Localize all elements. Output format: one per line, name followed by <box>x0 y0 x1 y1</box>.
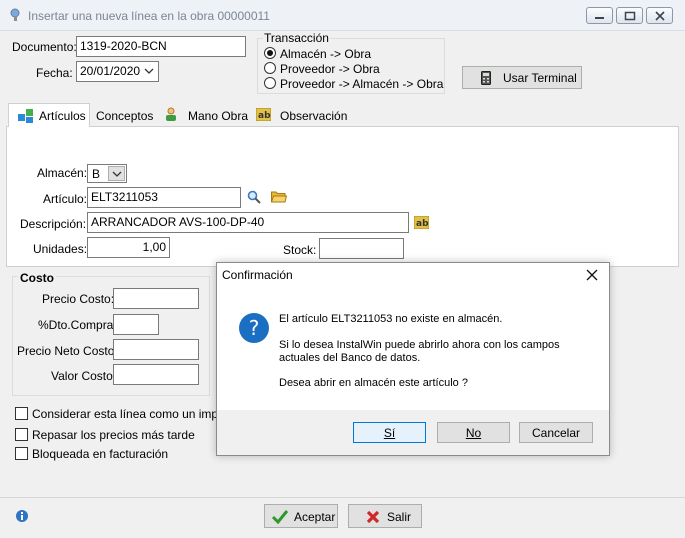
chevron-down-icon <box>112 171 122 177</box>
almacen-dropdown-button[interactable] <box>108 166 125 181</box>
dto-compra-input[interactable] <box>113 314 159 335</box>
fecha-label: Fecha: <box>36 66 73 80</box>
transaccion-title: Transacción <box>263 31 330 45</box>
yes-label: Sí <box>383 426 396 440</box>
checkbox-repasar-precios[interactable]: Repasar los precios más tarde <box>15 428 195 442</box>
maximize-icon <box>624 11 636 21</box>
articulo-label: Artículo: <box>43 192 88 206</box>
checkmark-icon <box>271 510 289 525</box>
dialog-line-3: actuales del Banco de datos. <box>279 352 421 364</box>
almacen-value: B <box>92 167 101 181</box>
fecha-value: 20/01/2020 <box>80 64 141 78</box>
dialog-line-1: El artículo ELT3211053 no existe en alma… <box>279 313 503 325</box>
checkbox-label: Bloqueada en facturación <box>32 447 169 461</box>
checkbox[interactable] <box>15 428 28 441</box>
checkbox-label: Repasar los precios más tarde <box>32 428 195 442</box>
svg-text:?: ? <box>249 316 260 340</box>
radio-almacen-obra[interactable]: Almacén -> Obra <box>264 47 424 61</box>
documento-input[interactable]: 1319-2020-BCN <box>76 36 246 57</box>
svg-text:ab: ab <box>258 111 271 121</box>
tab-observacion[interactable]: ab Observación <box>250 103 348 127</box>
radio-proveedor-obra[interactable]: Proveedor -> Obra <box>264 62 424 76</box>
documento-label: Documento: <box>12 40 77 54</box>
tab-label: Mano Obra <box>188 109 249 123</box>
dialog-no-button[interactable]: No <box>437 422 510 443</box>
articulo-input[interactable]: ELT3211053 <box>87 187 241 208</box>
aceptar-button[interactable]: Aceptar <box>264 504 338 528</box>
tab-label: Observación <box>280 109 348 123</box>
usar-terminal-label: Usar Terminal <box>503 71 577 85</box>
tab-mano-obra[interactable]: Mano Obra <box>160 103 249 127</box>
valor-costo-input[interactable] <box>113 364 199 385</box>
question-icon: ? <box>239 313 269 343</box>
descripcion-input[interactable]: ARRANCADOR AVS-100-DP-40 <box>87 212 409 233</box>
almacen-label: Almacén: <box>37 166 88 180</box>
radio-button[interactable] <box>264 47 276 59</box>
precio-costo-input[interactable] <box>113 288 199 309</box>
tab-label: Artículos <box>39 109 86 123</box>
unidades-label: Unidades: <box>33 242 88 256</box>
radio-button[interactable] <box>264 77 276 89</box>
svg-text:ab: ab <box>416 219 429 229</box>
tab-conceptos[interactable]: Conceptos <box>92 103 158 127</box>
checkbox-label: Considerar esta línea como un imprevis <box>32 407 244 421</box>
costo-title: Costo <box>18 271 56 285</box>
valor-costo-label: Valor Costo <box>51 369 113 383</box>
x-cross-icon <box>366 510 380 524</box>
maximize-button[interactable] <box>616 7 643 24</box>
dialog-button-bar: Sí No Cancelar <box>217 410 609 455</box>
confirmation-dialog: Confirmación ? El artículo ELT3211053 no… <box>216 262 610 456</box>
search-icon[interactable] <box>247 190 261 204</box>
fecha-date-picker[interactable]: 20/01/2020 <box>76 61 159 82</box>
precio-neto-costo-label: Precio Neto Costo: <box>17 344 118 358</box>
salir-label: Salir <box>387 510 412 524</box>
precio-costo-label: Precio Costo: <box>42 292 115 306</box>
app-icon <box>10 8 20 21</box>
checkbox-bloqueada-facturacion[interactable]: Bloqueada en facturación <box>15 447 175 461</box>
tab-articulos[interactable]: Artículos <box>8 103 90 127</box>
radio-label: Almacén -> Obra <box>280 47 372 61</box>
radio-button[interactable] <box>264 62 276 74</box>
dialog-line-4: Desea abrir en almacén este artículo ? <box>279 377 468 389</box>
footer-divider <box>0 497 685 498</box>
radio-label: Proveedor -> Almacén -> Obra <box>280 77 444 91</box>
checkbox[interactable] <box>15 447 28 460</box>
dialog-title: Confirmación <box>222 268 293 282</box>
close-icon <box>655 11 665 21</box>
terminal-icon <box>481 71 491 85</box>
checkbox[interactable] <box>15 407 28 420</box>
dialog-yes-button[interactable]: Sí <box>353 422 426 443</box>
usar-terminal-button[interactable]: Usar Terminal <box>462 66 582 89</box>
folder-open-icon[interactable] <box>271 190 287 203</box>
minimize-icon <box>595 17 604 19</box>
dialog-cancel-button[interactable]: Cancelar <box>519 422 593 443</box>
aceptar-label: Aceptar <box>294 510 336 524</box>
radio-label: Proveedor -> Obra <box>280 62 380 76</box>
articles-icon <box>18 109 33 123</box>
tab-label: Conceptos <box>96 109 154 123</box>
stock-label: Stock: <box>283 243 317 257</box>
worker-icon <box>166 107 176 121</box>
close-button[interactable] <box>646 7 673 24</box>
cancel-label: Cancelar <box>531 426 581 440</box>
checkbox-imprevisto[interactable]: Considerar esta línea como un imprevis <box>15 407 243 421</box>
chevron-down-icon <box>144 68 154 74</box>
dialog-line-2: Si lo desea InstalWin puede abrirlo ahor… <box>279 339 560 351</box>
text-ab-icon[interactable]: ab <box>414 216 429 229</box>
no-label: No <box>465 426 482 440</box>
stock-input[interactable] <box>319 238 404 259</box>
window-titlebar: Insertar una nueva línea en la obra 0000… <box>0 0 685 31</box>
salir-button[interactable]: Salir <box>348 504 422 528</box>
dialog-close-icon[interactable] <box>585 268 599 282</box>
almacen-select[interactable]: B <box>87 164 127 183</box>
radio-proveedor-almacen-obra[interactable]: Proveedor -> Almacén -> Obra <box>264 77 443 91</box>
window-title: Insertar una nueva línea en la obra 0000… <box>28 9 270 23</box>
info-icon[interactable] <box>15 509 31 523</box>
unidades-input[interactable]: 1,00 <box>87 237 170 258</box>
minimize-button[interactable] <box>586 7 613 24</box>
text-ab-icon: ab <box>256 108 271 121</box>
descripcion-label: Descripción: <box>20 217 87 231</box>
dto-compra-label: %Dto.Compra: <box>38 318 117 332</box>
precio-neto-costo-input[interactable] <box>113 339 199 360</box>
